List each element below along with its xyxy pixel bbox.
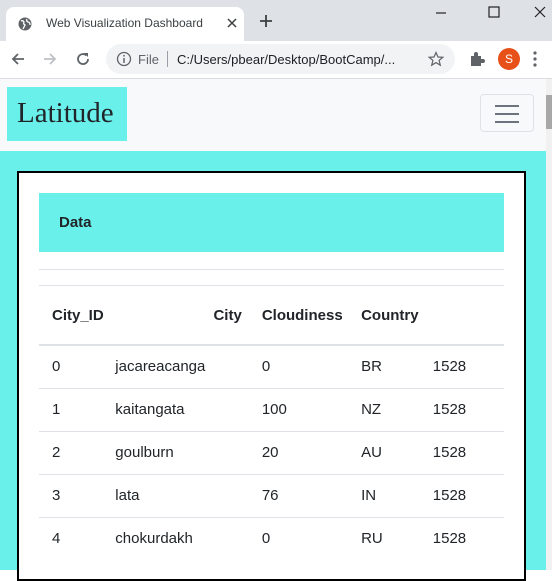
cell-city: jacareacanga (115, 358, 206, 376)
cell-city: chokurdakh (115, 516, 242, 560)
browser-tab[interactable]: Web Visualization Dashboard (6, 7, 244, 41)
cell-cloudiness: 100 (241, 387, 351, 431)
column-header-city-id[interactable]: City_ID (39, 286, 116, 346)
cell-country: RU (350, 516, 433, 560)
card-header-title: Data (59, 214, 92, 231)
reload-icon[interactable] (74, 50, 92, 68)
cell-city: lata (115, 473, 242, 517)
column-header-overflow (432, 286, 504, 346)
cell-date: 1528 (432, 516, 504, 560)
cell-date: 1528 (432, 430, 504, 474)
hamburger-line (495, 113, 519, 115)
file-label: File (138, 52, 159, 67)
table-header-row: City_ID City Cloudiness Country (39, 286, 504, 346)
data-table: City_ID City Cloudiness Country 0 jacare… (39, 286, 504, 560)
table-row: 4 chokurdakh 0 RU 1528 (39, 516, 504, 560)
data-table-container[interactable]: City_ID City Cloudiness Country 0 jacare… (39, 286, 504, 579)
page-navbar: Latitude (0, 79, 546, 151)
back-arrow-icon[interactable] (9, 50, 27, 68)
cell-country: BR (361, 358, 382, 376)
column-header-country[interactable]: Country (350, 286, 433, 346)
hamburger-line (495, 121, 519, 123)
cell-city: goulburn (115, 430, 242, 474)
table-row: 1 kaitangata 100 NZ 1528 (39, 387, 504, 431)
brand-text: Latitude (17, 97, 114, 129)
table-row: 2 goulburn 20 AU 1528 (39, 430, 504, 474)
table-row: 0 jacareacanga 0 BR 1528 (39, 345, 504, 388)
data-panel: Data City_ID City Cloudiness Country 0 j… (17, 171, 526, 581)
cell-city-id: 2 (39, 430, 116, 474)
table-row: 3 lata 76 IN 1528 (39, 473, 504, 517)
cell-date: 1528 (432, 473, 504, 517)
maximize-icon[interactable] (486, 4, 502, 20)
address-divider (167, 51, 168, 67)
cell-city-id: 3 (39, 473, 116, 517)
column-header-city[interactable]: City (115, 286, 242, 346)
cell-cloudiness: 0 (261, 358, 271, 376)
tab-strip: Web Visualization Dashboard (0, 0, 552, 41)
scrollbar-thumb[interactable] (546, 95, 552, 129)
hamburger-line (495, 105, 519, 107)
browser-toolbar: File C:/Users/pbear/Desktop/BootCamp/...… (0, 41, 552, 79)
cell-city-id: 4 (39, 516, 116, 560)
cell-date: 1528 (432, 358, 467, 376)
cell-country: NZ (350, 387, 433, 431)
info-icon[interactable] (116, 51, 132, 67)
cell-cloudiness: 76 (241, 473, 351, 517)
cell-country: AU (350, 430, 433, 474)
globe-icon (18, 17, 32, 31)
forward-arrow-icon[interactable] (41, 50, 59, 68)
column-header-cloudiness[interactable]: Cloudiness (241, 286, 351, 346)
page-scrollbar[interactable] (546, 79, 552, 570)
window-close-icon[interactable] (532, 4, 548, 20)
card-header: Data (39, 193, 504, 252)
cell-cloudiness: 20 (241, 430, 351, 474)
cell-city: kaitangata (115, 387, 242, 431)
cell-country: IN (350, 473, 433, 517)
minimize-icon[interactable] (433, 4, 449, 20)
divider (39, 269, 504, 270)
profile-avatar[interactable]: S (498, 48, 520, 70)
extensions-puzzle-icon[interactable] (468, 50, 486, 68)
address-bar[interactable]: File C:/Users/pbear/Desktop/BootCamp/... (106, 44, 455, 74)
navbar-toggler-button[interactable] (480, 94, 534, 132)
new-tab-icon[interactable] (258, 13, 274, 29)
cell-date: 1528 (432, 387, 504, 431)
tab-title: Web Visualization Dashboard (46, 16, 203, 30)
bookmark-star-icon[interactable] (428, 51, 444, 67)
close-tab-icon[interactable] (225, 16, 239, 30)
cell-cloudiness: 0 (241, 516, 351, 560)
more-menu-icon[interactable] (532, 50, 538, 68)
url-text[interactable]: C:/Users/pbear/Desktop/BootCamp/... (177, 52, 395, 67)
navbar-brand[interactable]: Latitude (7, 87, 127, 141)
cell-city-id: 0 (52, 358, 61, 376)
cell-city-id: 1 (39, 387, 116, 431)
